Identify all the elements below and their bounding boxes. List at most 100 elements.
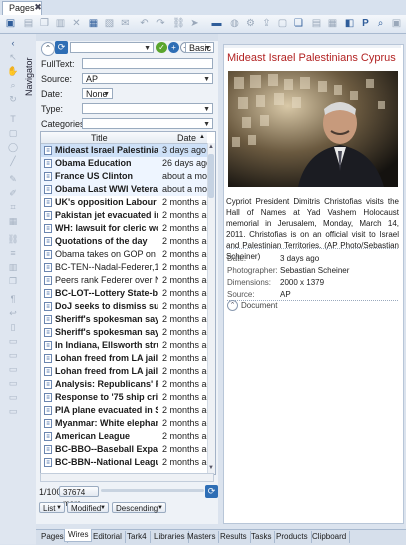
list-row[interactable]: ≡Lohan freed from LA jail after 2 months …: [41, 365, 207, 378]
list-row[interactable]: ≡American League 2 months ago: [41, 430, 207, 443]
table-tool-icon[interactable]: ▦: [7, 216, 19, 227]
line-tool-icon[interactable]: ╱: [7, 156, 19, 167]
bottom-tab-editorial[interactable]: Editorial: [90, 531, 126, 543]
shape-tool-icon[interactable]: ◯: [7, 142, 19, 153]
undo-icon[interactable]: ↶: [138, 17, 151, 30]
delete-icon[interactable]: ✕: [70, 17, 83, 30]
list-row[interactable]: ≡Sheriff's spokesman says Linds 2 months …: [41, 313, 207, 326]
group-tool-icon[interactable]: ❐: [7, 276, 19, 287]
bottom-tab-tasks[interactable]: Tasks: [248, 531, 276, 543]
more-results-button[interactable]: 37674 more: [59, 486, 99, 508]
list-row[interactable]: ≡Obama takes on GOP on taxes, 2 months a…: [41, 248, 207, 261]
column-title-header[interactable]: Title: [91, 133, 108, 143]
categories-select[interactable]: ▼: [82, 118, 213, 129]
new-page-icon[interactable]: ▣: [4, 17, 17, 30]
list-row[interactable]: ≡DoJ seeks to dismiss suit filed 2 months…: [41, 300, 207, 313]
list-row[interactable]: ≡Analysis: Republicans' Pledge c 2 months…: [41, 378, 207, 391]
note4-tool-icon[interactable]: ▭: [7, 378, 19, 389]
collapse-arrow-icon[interactable]: ‹: [7, 38, 19, 49]
panel-tool-icon[interactable]: ▯: [7, 322, 19, 333]
copy-icon[interactable]: ❐: [38, 17, 51, 30]
confirm-icon[interactable]: ✓: [156, 42, 167, 53]
add-icon[interactable]: +: [168, 42, 179, 53]
sort-field-select[interactable]: Modified ▼: [67, 502, 109, 513]
bottom-tab-tark4[interactable]: Tark4: [124, 531, 151, 543]
close-tab-icon[interactable]: ✖: [32, 1, 44, 13]
hand-tool-icon[interactable]: ✋: [7, 66, 19, 77]
list-horizontal-scrollbar[interactable]: [40, 473, 214, 482]
list-row[interactable]: ≡Pakistan jet evacuated in Swe 2 months a…: [41, 209, 207, 222]
bottom-tab-results[interactable]: Results: [217, 531, 251, 543]
bottom-tab-products[interactable]: Products: [273, 531, 312, 543]
list-row[interactable]: ≡Sheriff's spokesman says Linds 2 months …: [41, 326, 207, 339]
source-select[interactable]: AP ▼: [82, 73, 213, 84]
eyedropper-icon[interactable]: ✐: [7, 188, 19, 199]
list-row[interactable]: ≡PIA plane evacuated in Swede 2 months ag…: [41, 404, 207, 417]
list-row[interactable]: ≡Myanmar: White elephant aus 2 months ago: [41, 417, 207, 430]
pointer-tool-icon[interactable]: ↖: [7, 52, 19, 63]
note5-tool-icon[interactable]: ▭: [7, 392, 19, 403]
frame-icon[interactable]: ▢: [276, 17, 289, 30]
scroll-up-icon[interactable]: ▲: [208, 144, 214, 150]
pen-tool-icon[interactable]: ✎: [7, 174, 19, 185]
expand-document-icon[interactable]: ⌃: [227, 300, 238, 311]
list-scroll-thumb[interactable]: [208, 154, 214, 198]
list-row[interactable]: ≡WH: lawsuit for cleric would re 2 months…: [41, 222, 207, 235]
scroll-down-icon[interactable]: ▼: [208, 465, 214, 471]
monitor-icon[interactable]: ▬: [210, 17, 223, 30]
globe-icon[interactable]: ◍: [228, 17, 241, 30]
align-tool-icon[interactable]: ≡: [7, 248, 19, 259]
preview-photo[interactable]: [228, 71, 398, 187]
list-row[interactable]: ≡Peers rank Federer over Nadal a 2 months…: [41, 274, 207, 287]
export-icon[interactable]: ⇪: [260, 17, 273, 30]
frame-tool-icon[interactable]: ▢: [7, 128, 19, 139]
rotate-tool-icon[interactable]: ↻: [7, 94, 19, 105]
date-select[interactable]: None ▼: [82, 88, 113, 99]
p-icon[interactable]: P: [359, 17, 372, 30]
refresh-icon[interactable]: ⟳: [55, 41, 68, 54]
link-tool-icon[interactable]: ⛓: [7, 234, 19, 245]
sort-order-select[interactable]: Descending ▼: [112, 502, 166, 513]
list-row[interactable]: ≡Mideast Israel Palestinians Cyp 3 days a…: [41, 144, 207, 157]
fulltext-input[interactable]: [82, 58, 213, 69]
grid-icon[interactable]: ▦: [326, 17, 339, 30]
list-row[interactable]: ≡France US Clinton about a mont: [41, 170, 207, 183]
windows-icon[interactable]: ❏: [292, 17, 305, 30]
save-icon[interactable]: ▧: [103, 17, 116, 30]
more-icon[interactable]: ▣: [390, 17, 403, 30]
collapse-search-button[interactable]: ⌃: [41, 42, 55, 56]
search-icon[interactable]: ⌕: [374, 17, 387, 30]
mail-icon[interactable]: ✉: [119, 17, 132, 30]
open-icon[interactable]: ▤: [22, 17, 35, 30]
list-row[interactable]: ≡UK's opposition Labour Party a 2 months …: [41, 196, 207, 209]
text-tool-icon[interactable]: T: [7, 114, 19, 125]
note2-tool-icon[interactable]: ▭: [7, 350, 19, 361]
refresh-list-icon[interactable]: ⟳: [205, 485, 218, 498]
note6-tool-icon[interactable]: ▭: [7, 406, 19, 417]
print-icon[interactable]: ▦: [87, 17, 100, 30]
image-icon[interactable]: ◧: [343, 17, 356, 30]
list-row[interactable]: ≡BC-BBO--Baseball Expanded G 2 months ago: [41, 443, 207, 456]
paste-icon[interactable]: ▥: [54, 17, 67, 30]
redo-icon[interactable]: ↷: [154, 17, 167, 30]
list-row[interactable]: ≡BC-BBN--National League Glar 2 months ag…: [41, 456, 207, 469]
bottom-tab-masters[interactable]: Masters: [184, 531, 220, 543]
format-tool-icon[interactable]: ¶: [7, 294, 19, 305]
layers-tool-icon[interactable]: ▥: [7, 262, 19, 273]
note-tool-icon[interactable]: ▭: [7, 336, 19, 347]
send-icon[interactable]: ➤: [188, 17, 201, 30]
zoom-tool-icon[interactable]: ⌕: [7, 80, 19, 91]
list-row[interactable]: ≡Lohan freed from LA jail after 2 months …: [41, 352, 207, 365]
list-row[interactable]: ≡Quotations of the day 2 months ago: [41, 235, 207, 248]
list-row[interactable]: ≡ Obama Education 26 days ago: [41, 157, 207, 170]
type-select[interactable]: ▼: [82, 103, 213, 114]
layout-icon[interactable]: ▤: [310, 17, 323, 30]
note3-tool-icon[interactable]: ▭: [7, 364, 19, 375]
list-row[interactable]: ≡Response to '75 ship crisis focu 2 month…: [41, 391, 207, 404]
navigator-vertical-tab[interactable]: Navigator: [24, 38, 34, 98]
list-row[interactable]: ≡BC-TEN--Nadal-Federer,1st Ld-' 2 months …: [41, 261, 207, 274]
list-row[interactable]: ≡In Indiana, Ellsworth struggles 2 months…: [41, 339, 207, 352]
wrap-tool-icon[interactable]: ↩: [7, 308, 19, 319]
document-section-label[interactable]: Document: [241, 301, 277, 310]
search-mode-select[interactable]: Basic ▼: [185, 42, 214, 53]
